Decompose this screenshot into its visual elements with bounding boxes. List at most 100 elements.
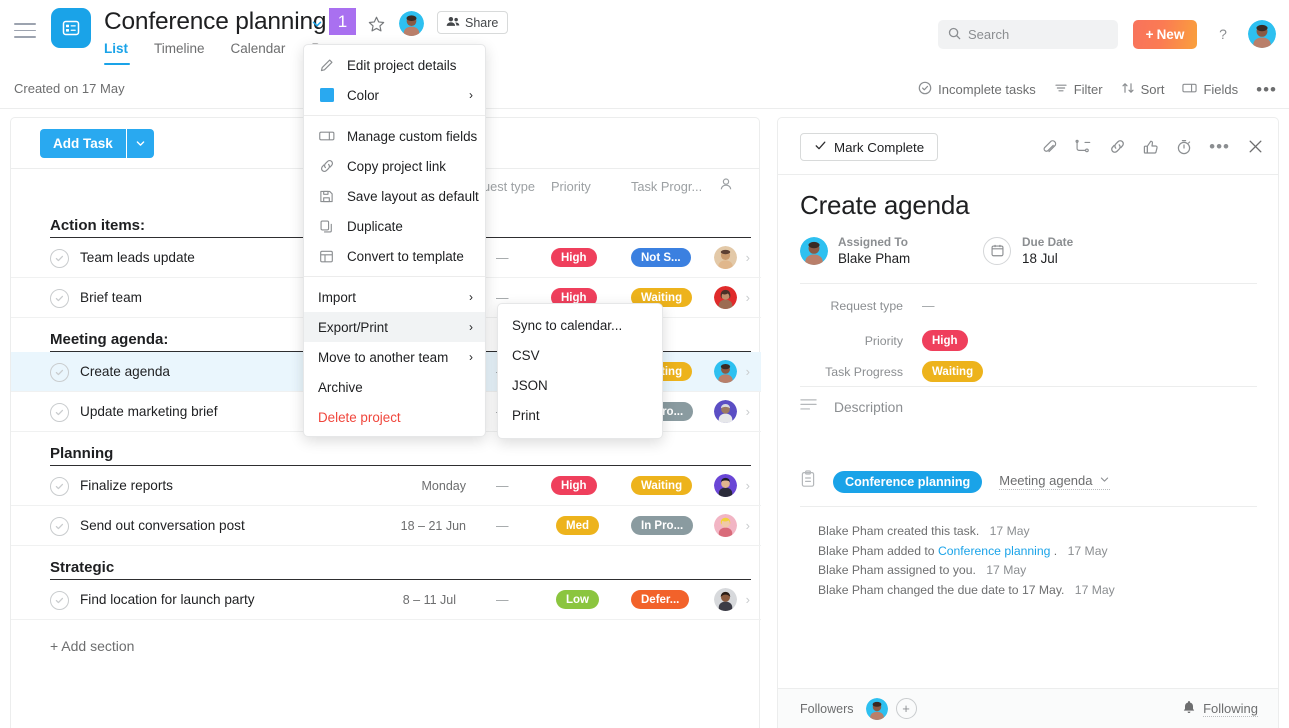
- complete-checkbox-icon[interactable]: [50, 289, 69, 308]
- assignee-avatar[interactable]: [714, 286, 737, 309]
- status-badge[interactable]: Waiting: [922, 361, 984, 382]
- complete-checkbox-icon[interactable]: [50, 477, 69, 496]
- tab-calendar[interactable]: Calendar: [231, 41, 300, 65]
- chevron-right-icon[interactable]: ›: [746, 478, 750, 493]
- description-field[interactable]: Description: [800, 398, 903, 416]
- help-button[interactable]: ?: [1209, 20, 1237, 48]
- task-request-type[interactable]: —: [496, 479, 509, 493]
- attachment-icon[interactable]: [1042, 139, 1058, 155]
- following-toggle[interactable]: Following: [1182, 700, 1258, 718]
- complete-checkbox-icon[interactable]: [50, 363, 69, 382]
- chevron-right-icon[interactable]: ›: [746, 518, 750, 533]
- submenu-item-csv[interactable]: CSV: [498, 340, 662, 370]
- add-section-button[interactable]: + Add section: [11, 620, 761, 654]
- task-name[interactable]: Find location for launch party: [80, 592, 255, 607]
- task-name[interactable]: Update marketing brief: [80, 404, 218, 419]
- menu-item-duplicate[interactable]: Duplicate: [304, 211, 485, 241]
- task-request-type[interactable]: —: [496, 251, 509, 265]
- sort-button[interactable]: Sort: [1121, 81, 1164, 98]
- complete-checkbox-icon[interactable]: [50, 249, 69, 268]
- activity-project-link[interactable]: Conference planning: [938, 544, 1050, 558]
- status-badge[interactable]: Not S...: [631, 248, 691, 267]
- share-button[interactable]: Share: [437, 11, 509, 34]
- custom-field-request-type[interactable]: Request type —: [800, 299, 935, 313]
- task-date[interactable]: 18 – 21 Jun: [401, 519, 466, 533]
- submenu-item-sync-to-calendar[interactable]: Sync to calendar...: [498, 310, 662, 340]
- close-icon[interactable]: [1247, 138, 1264, 155]
- menu-item-save-layout-as-default[interactable]: Save layout as default: [304, 181, 485, 211]
- filter-button[interactable]: Filter: [1054, 81, 1103, 98]
- chevron-right-icon[interactable]: ›: [746, 592, 750, 607]
- add-follower-button[interactable]: +: [895, 698, 917, 719]
- complete-checkbox-icon[interactable]: [50, 517, 69, 536]
- complete-checkbox-icon[interactable]: [50, 591, 69, 610]
- task-request-type[interactable]: —: [496, 519, 509, 533]
- incomplete-tasks-filter[interactable]: Incomplete tasks: [918, 81, 1036, 98]
- task-name[interactable]: Create agenda: [80, 364, 170, 379]
- menu-item-move-to-another-team[interactable]: Move to another team ›: [304, 342, 485, 372]
- submenu-item-print[interactable]: Print: [498, 400, 662, 430]
- table-row[interactable]: Send out conversation post 18 – 21 Jun —…: [11, 506, 761, 546]
- submenu-item-json[interactable]: JSON: [498, 370, 662, 400]
- user-avatar[interactable]: [1248, 20, 1276, 48]
- star-icon[interactable]: [367, 15, 386, 34]
- assignee-avatar[interactable]: [714, 400, 737, 423]
- like-icon[interactable]: [1143, 139, 1159, 155]
- new-button[interactable]: + New: [1133, 20, 1197, 49]
- task-date[interactable]: 8 – 11 Jul: [403, 593, 456, 607]
- project-badge[interactable]: Conference planning: [833, 470, 983, 493]
- section-picker[interactable]: Meeting agenda: [999, 473, 1110, 490]
- status-badge[interactable]: In Pro...: [631, 516, 694, 535]
- follower-avatar[interactable]: [865, 697, 888, 720]
- assignee-avatar[interactable]: [714, 588, 737, 611]
- priority-badge[interactable]: High: [922, 330, 968, 351]
- fields-button[interactable]: Fields: [1182, 82, 1238, 97]
- menu-item-import[interactable]: Import ›: [304, 282, 485, 312]
- table-row[interactable]: Find location for launch party 8 – 11 Ju…: [11, 580, 761, 620]
- menu-item-delete-project[interactable]: Delete project: [304, 402, 485, 432]
- chevron-right-icon[interactable]: ›: [746, 290, 750, 305]
- column-header-task-progress[interactable]: Task Progr...: [631, 179, 702, 194]
- mark-complete-button[interactable]: Mark Complete: [800, 133, 939, 161]
- status-badge[interactable]: Defer...: [631, 590, 690, 609]
- menu-item-archive[interactable]: Archive: [304, 372, 485, 402]
- hamburger-menu-icon[interactable]: [12, 18, 38, 38]
- complete-checkbox-icon[interactable]: [50, 403, 69, 422]
- assignee-field[interactable]: Assigned To Blake Pham: [800, 235, 910, 266]
- task-name[interactable]: Team leads update: [80, 250, 195, 265]
- column-header-request-type[interactable]: uest type: [483, 179, 535, 194]
- assignee-avatar[interactable]: [714, 474, 737, 497]
- add-task-caret-icon[interactable]: [126, 129, 154, 158]
- search-input[interactable]: Search: [938, 20, 1118, 49]
- menu-item-copy-project-link[interactable]: Copy project link: [304, 151, 485, 181]
- task-name[interactable]: Brief team: [80, 290, 142, 305]
- section-header[interactable]: Strategic: [11, 546, 761, 579]
- custom-field-priority[interactable]: Priority High: [800, 330, 968, 351]
- list-project-icon[interactable]: [51, 8, 91, 48]
- task-request-type[interactable]: —: [496, 593, 509, 607]
- assignee-avatar[interactable]: [714, 360, 737, 383]
- custom-field-task-progress[interactable]: Task Progress Waiting: [800, 361, 984, 382]
- chevron-right-icon[interactable]: ›: [746, 364, 750, 379]
- priority-badge[interactable]: Med: [556, 516, 599, 535]
- chevron-right-icon[interactable]: ›: [746, 250, 750, 265]
- chevron-right-icon[interactable]: ›: [746, 404, 750, 419]
- assignee-avatar[interactable]: [714, 514, 737, 537]
- task-name[interactable]: Finalize reports: [80, 478, 173, 493]
- priority-badge[interactable]: Low: [556, 590, 599, 609]
- more-icon[interactable]: •••: [1209, 138, 1230, 155]
- link-icon[interactable]: [1109, 138, 1126, 155]
- task-title[interactable]: Create agenda: [800, 190, 970, 221]
- tab-list[interactable]: List: [104, 41, 142, 65]
- task-date[interactable]: Monday: [422, 479, 466, 493]
- menu-item-color[interactable]: Color ›: [304, 80, 485, 110]
- assignee-avatar[interactable]: [714, 246, 737, 269]
- priority-badge[interactable]: High: [551, 248, 597, 267]
- add-task-button[interactable]: Add Task: [40, 129, 154, 158]
- due-date-field[interactable]: Due Date 18 Jul: [983, 235, 1073, 266]
- tab-timeline[interactable]: Timeline: [154, 41, 219, 65]
- timer-icon[interactable]: [1176, 139, 1192, 155]
- task-name[interactable]: Send out conversation post: [80, 518, 245, 533]
- subtask-icon[interactable]: [1075, 139, 1092, 154]
- menu-item-convert-to-template[interactable]: Convert to template: [304, 241, 485, 271]
